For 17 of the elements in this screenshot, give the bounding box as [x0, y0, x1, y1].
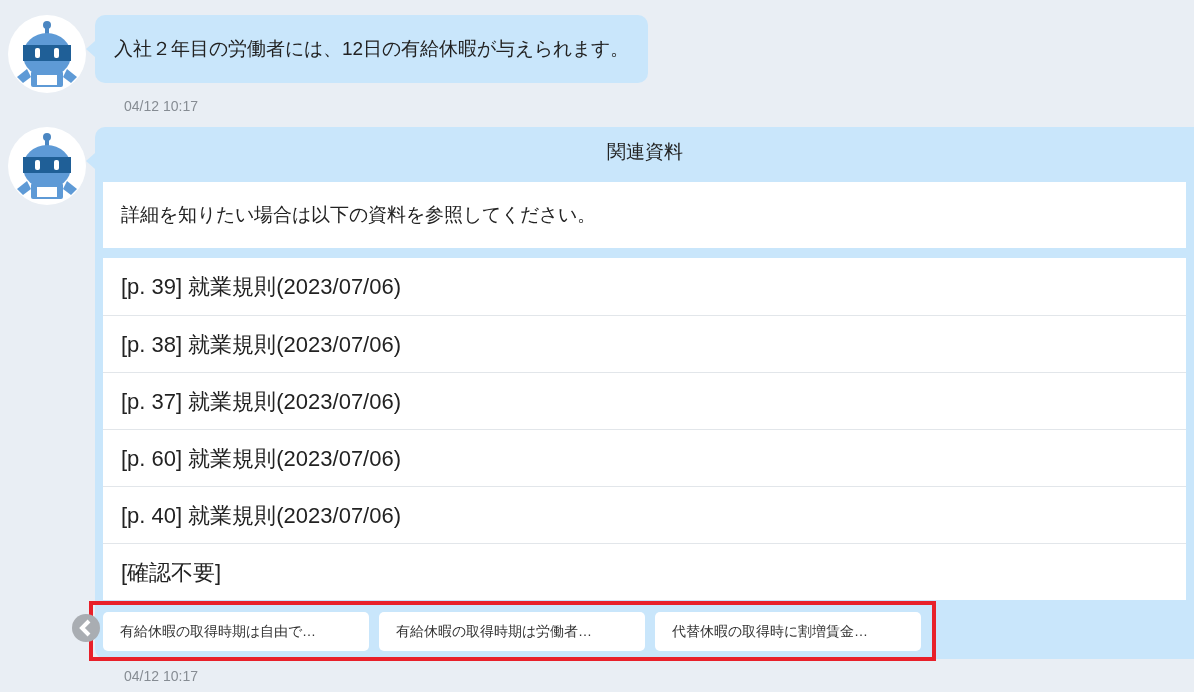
robot-icon [15, 19, 79, 89]
reference-link[interactable]: [p. 60] 就業規則(2023/07/06) [103, 429, 1186, 486]
reference-link[interactable]: [p. 38] 就業規則(2023/07/06) [103, 315, 1186, 372]
reference-link[interactable]: [p. 37] 就業規則(2023/07/06) [103, 372, 1186, 429]
message-bubble: 入社２年目の労働者には、12日の有給休暇が与えられます。 [95, 15, 649, 83]
reference-link[interactable]: [確認不要] [103, 543, 1186, 600]
timestamp: 04/12 10:17 [124, 97, 199, 115]
suggestion-button[interactable]: 代替休暇の取得時に割増賃金… [655, 612, 921, 651]
reference-link[interactable]: [p. 40] 就業規則(2023/07/06) [103, 486, 1186, 543]
references-intro: 詳細を知りたい場合は以下の資料を参照してください。 [103, 182, 1186, 248]
suggestion-button[interactable]: 有給休暇の取得時期は自由で… [103, 612, 369, 651]
timestamp: 04/12 10:17 [124, 668, 199, 684]
robot-icon [15, 131, 79, 201]
chevron-left-icon[interactable] [72, 614, 100, 642]
references-title: 関連資料 [605, 140, 684, 164]
suggestion-button[interactable]: 有給休暇の取得時期は労働者… [379, 612, 645, 651]
reference-link[interactable]: [p. 39] 就業規則(2023/07/06) [103, 258, 1186, 315]
